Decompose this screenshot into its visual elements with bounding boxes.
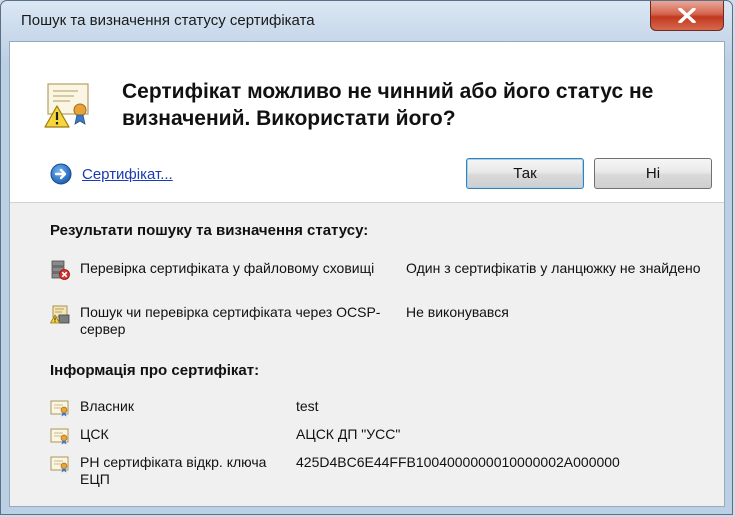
result-row-file-store: Перевірка сертифіката у файловому сховищ… [50, 260, 710, 298]
prompt-panel: Сертифікат можливо не чинний або його ст… [10, 42, 724, 202]
title-bar[interactable]: Пошук та визначення статусу сертифіката [1, 1, 732, 41]
arrow-right-circle-icon [50, 163, 72, 185]
info-section-title: Інформація про сертифікат: [50, 362, 260, 379]
info-label: Власник [80, 398, 134, 414]
info-label: ЦСК [80, 426, 109, 442]
info-value: 425D4BC6E44FFB1004000000010000002A000000 [296, 454, 620, 470]
window-title: Пошук та визначення статусу сертифіката [21, 12, 315, 29]
dialog-window: Пошук та визначення статусу сертифіката … [0, 0, 733, 515]
info-label: РН сертифіката відкр. ключа ЕЦП [80, 454, 267, 487]
info-row-owner: Власник test [50, 398, 710, 418]
certificate-icon [50, 456, 69, 473]
divider [10, 202, 724, 203]
result-label: Пошук чи перевірка сертифіката через OCS… [80, 304, 381, 337]
result-row-ocsp: Пошук чи перевірка сертифіката через OCS… [50, 304, 710, 342]
results-section-title: Результати пошуку та визначення статусу: [50, 222, 369, 239]
certificate-link[interactable]: Сертифікат... [50, 162, 173, 186]
close-button[interactable] [650, 1, 724, 31]
no-button[interactable]: Ні [594, 158, 712, 189]
file-store-error-icon [51, 260, 70, 280]
certificate-link-label[interactable]: Сертифікат... [82, 166, 173, 183]
result-value: Не виконувався [406, 304, 509, 320]
ocsp-server-warning-icon [50, 305, 70, 324]
dialog-content: Сертифікат можливо не чинний або його ст… [9, 41, 725, 507]
certificate-warning-icon [44, 83, 89, 128]
info-row-csk: ЦСК АЦСК ДП "УСС" [50, 426, 710, 446]
certificate-icon [50, 428, 69, 445]
info-row-serial-number: РН сертифіката відкр. ключа ЕЦП 425D4BC6… [50, 454, 710, 492]
info-value: АЦСК ДП "УСС" [296, 426, 401, 442]
prompt-heading: Сертифікат можливо не чинний або його ст… [122, 80, 654, 130]
close-icon [678, 8, 696, 23]
info-value: test [296, 398, 319, 414]
yes-button[interactable]: Так [466, 158, 584, 189]
certificate-icon [50, 400, 69, 417]
result-value: Один з сертифікатів у ланцюжку не знайде… [406, 260, 701, 276]
result-label: Перевірка сертифіката у файловому сховищ… [80, 260, 375, 276]
